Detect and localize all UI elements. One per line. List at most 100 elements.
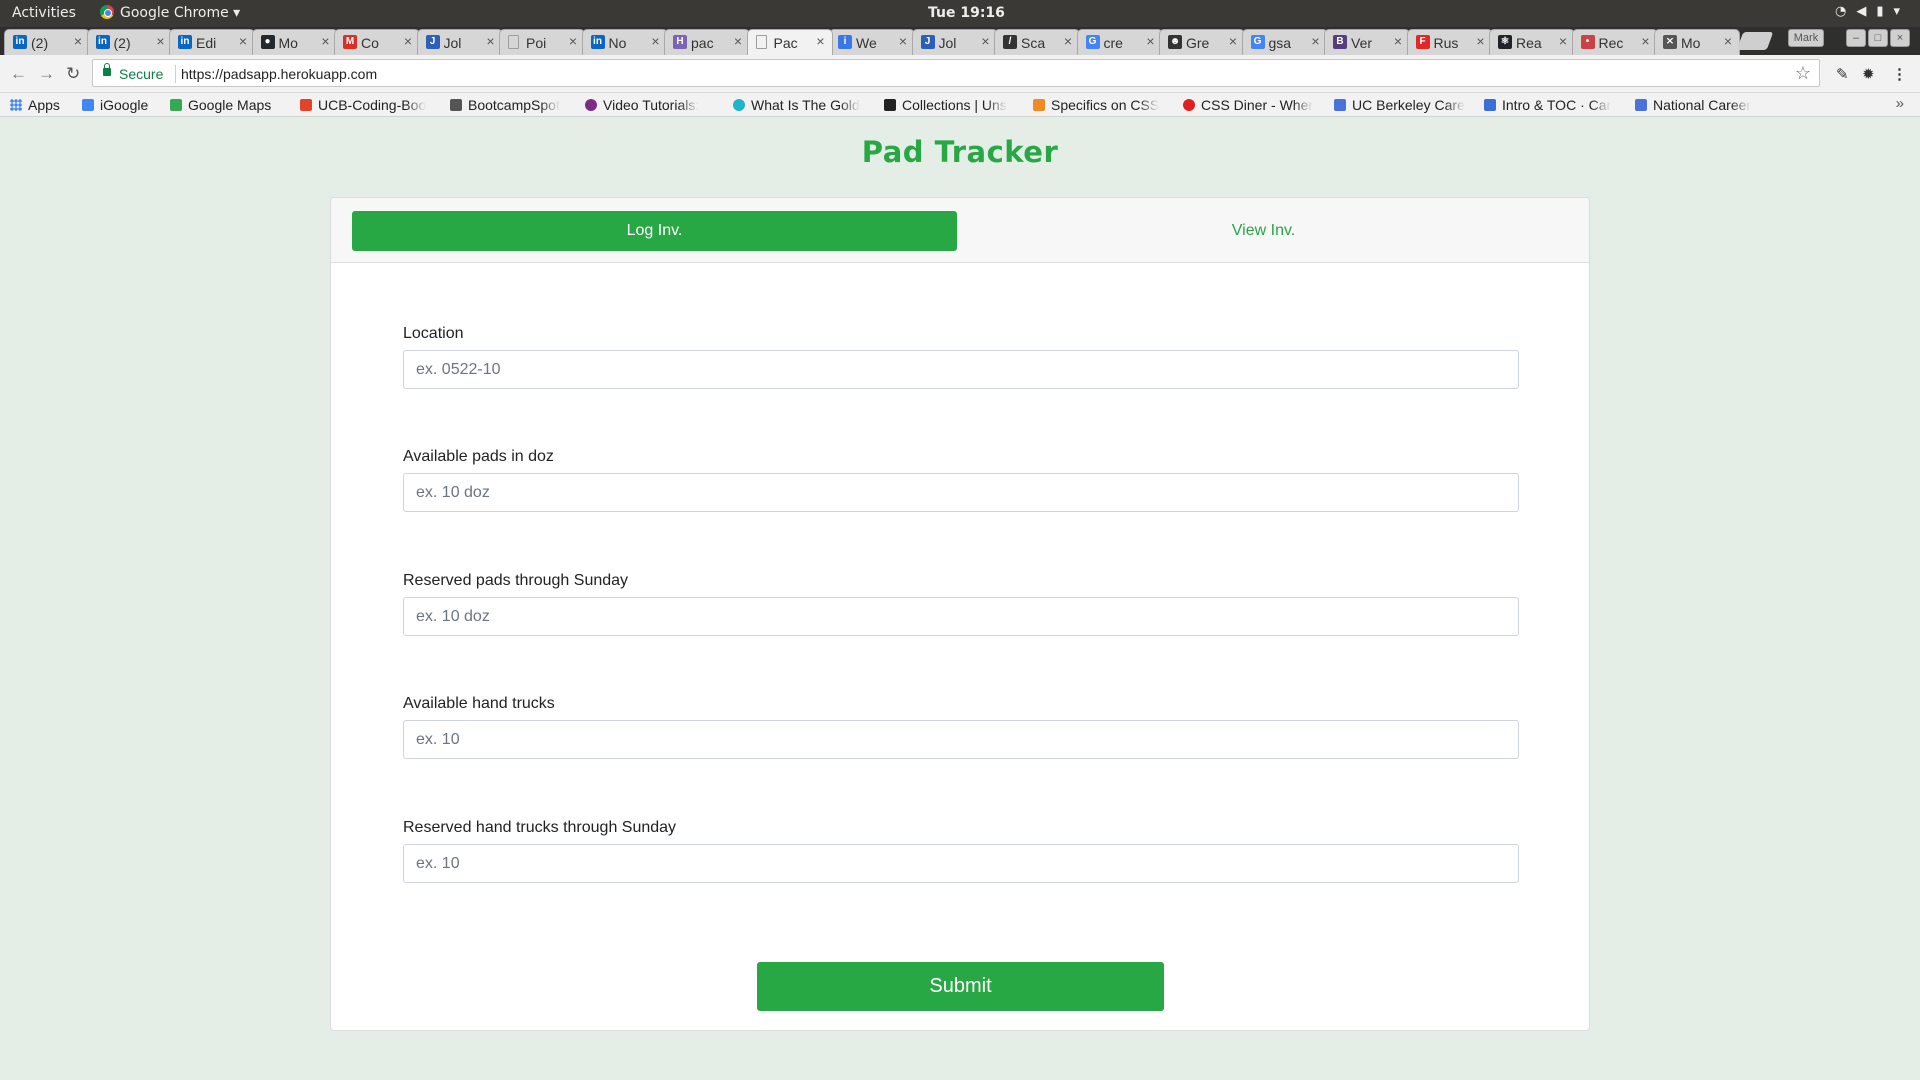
close-tab-icon[interactable]: × (239, 33, 247, 49)
close-tab-icon[interactable]: × (734, 33, 742, 49)
available-pads-input[interactable] (403, 473, 1519, 512)
gmail-icon: M (343, 35, 357, 49)
tab-title: Poi (526, 35, 547, 51)
extension-gear-icon[interactable]: ✹ (1862, 65, 1875, 83)
chrome-icon (100, 5, 114, 19)
bookmark-item[interactable]: BootcampSpot (450, 97, 560, 115)
close-tab-icon[interactable]: × (156, 33, 164, 49)
close-tab-icon[interactable]: × (651, 33, 659, 49)
minimize-button[interactable]: – (1846, 29, 1866, 47)
browser-tab[interactable]: in No × (581, 29, 668, 55)
bookmark-item[interactable]: CSS Diner - Wher (1183, 97, 1314, 115)
video-icon (585, 99, 597, 111)
forward-arrow-icon[interactable]: → (38, 64, 55, 84)
bookmark-item[interactable]: Specifics on CSS (1033, 97, 1160, 115)
back-arrow-icon[interactable]: ← (10, 64, 27, 84)
chrome-menu-icon[interactable]: ⋮ (1892, 65, 1907, 83)
close-window-button[interactable]: × (1890, 29, 1910, 47)
browser-tab[interactable]: / Sca × (994, 29, 1080, 55)
browser-tab[interactable]: ● Mo × (251, 29, 338, 55)
tab-title: gsa (1268, 35, 1292, 51)
new-tab-button[interactable] (1736, 32, 1774, 50)
bookmark-item[interactable]: UC Berkeley Care (1334, 97, 1465, 115)
browser-tab[interactable]: • Rec × (1571, 29, 1658, 55)
bookmark-item[interactable]: Intro & TOC · Car (1484, 97, 1612, 115)
browser-tab[interactable]: F Rus × (1406, 29, 1493, 55)
system-status-area[interactable]: ◔◀▮▾ (1835, 4, 1910, 19)
jobs-icon: J (425, 35, 440, 49)
tab-view-inventory[interactable]: View Inv. (961, 211, 1566, 251)
clock[interactable]: Tue 19:16 (928, 5, 1005, 21)
page-title: Pad Tracker (861, 135, 1059, 169)
close-tab-icon[interactable]: × (899, 33, 907, 49)
bookmark-item[interactable]: UCB-Coding-Boo (300, 97, 427, 115)
reload-icon[interactable]: ↻ (66, 64, 80, 84)
bookmark-label: Intro & TOC · Car (1502, 97, 1612, 113)
maximize-button[interactable]: □ (1868, 29, 1888, 47)
gitlab-icon (300, 99, 312, 111)
close-tab-icon[interactable]: × (321, 33, 329, 49)
profile-button[interactable]: Mark (1788, 29, 1824, 47)
bookmark-star-icon[interactable]: ☆ (1795, 63, 1811, 84)
close-tab-icon[interactable]: × (404, 33, 412, 49)
close-tab-icon[interactable]: × (1394, 33, 1402, 49)
reserved-hand-trucks-input[interactable] (403, 844, 1519, 883)
browser-tab[interactable]: Gcre × (1076, 29, 1163, 55)
activities-button[interactable]: Activities (12, 5, 76, 21)
browser-tab[interactable]: ⨯ Mo × (1654, 29, 1740, 55)
linkedin-icon: in (95, 35, 110, 49)
bookmark-item[interactable]: Google Maps (170, 97, 271, 115)
tab-title: Co (361, 35, 379, 51)
more-bookmarks-chevron-icon[interactable]: » (1896, 95, 1904, 112)
tab-title: Edi (196, 35, 217, 51)
bookmark-item[interactable]: Video Tutorials: (585, 97, 700, 115)
close-tab-icon[interactable]: × (1641, 33, 1649, 49)
close-tab-icon[interactable]: × (74, 33, 82, 49)
google-icon: G (1085, 35, 1100, 49)
bookmark-item[interactable]: iGoogle (82, 97, 148, 115)
browser-tab[interactable]: M Co × (334, 29, 420, 55)
browser-tab[interactable]: Poi × (499, 29, 585, 55)
bookmark-item[interactable]: National Career (1635, 97, 1752, 115)
close-tab-icon[interactable]: × (1146, 33, 1154, 49)
address-bar[interactable]: Secure https://padsapp.herokuapp.com ☆ (92, 59, 1820, 87)
apps-grid-icon (10, 99, 22, 111)
browser-tab[interactable]: B Ver × (1324, 29, 1410, 55)
close-tab-icon[interactable]: × (1311, 33, 1319, 49)
browser-tab[interactable]: Ggsa × (1241, 29, 1328, 55)
close-tab-icon[interactable]: × (1229, 33, 1237, 49)
available-hand-trucks-field-group: Available hand trucks (403, 695, 1519, 759)
bookmark-label: Specifics on CSS (1051, 97, 1160, 113)
bookmark-item[interactable]: What Is The Gold (733, 97, 860, 115)
browser-tab[interactable]: i We × (829, 29, 915, 55)
close-tab-icon[interactable]: × (1559, 33, 1567, 49)
available-hand-trucks-input[interactable] (403, 720, 1519, 759)
bookmark-item[interactable]: Collections | Uns (884, 97, 1007, 115)
browser-tab[interactable]: Pac × (746, 29, 833, 55)
app-menu[interactable]: Google Chrome ▾ (100, 5, 240, 21)
tab-log-inventory[interactable]: Log Inv. (352, 211, 957, 251)
close-tab-icon[interactable]: × (816, 33, 824, 49)
close-tab-icon[interactable]: × (1476, 33, 1484, 49)
submit-button[interactable]: Submit (757, 962, 1164, 1011)
close-tab-icon[interactable]: × (1064, 33, 1072, 49)
browser-tab[interactable]: ☻ Gre × (1159, 29, 1245, 55)
inspect-icon: ⨯ (1663, 35, 1677, 49)
close-tab-icon[interactable]: × (1724, 33, 1732, 49)
browser-tab[interactable]: in (2) × (86, 29, 173, 55)
bookmark-item[interactable]: Apps (10, 97, 60, 115)
browser-tab[interactable]: in (2) × (4, 29, 90, 55)
close-tab-icon[interactable]: × (486, 33, 494, 49)
browser-tab[interactable]: J Jol × (416, 29, 503, 55)
browser-tab[interactable]: J Jol × (911, 29, 998, 55)
browser-tab[interactable]: ⚛ Rea × (1489, 29, 1575, 55)
close-tab-icon[interactable]: × (981, 33, 989, 49)
extension-pen-icon[interactable]: ✎ (1836, 65, 1849, 83)
url-text[interactable]: https://padsapp.herokuapp.com (181, 66, 377, 82)
volume-icon: ◀ (1856, 4, 1877, 19)
close-tab-icon[interactable]: × (569, 33, 577, 49)
browser-tab[interactable]: in Edi × (169, 29, 255, 55)
location-input[interactable] (403, 350, 1519, 389)
browser-tab[interactable]: Hpac × (664, 29, 750, 55)
reserved-pads-input[interactable] (403, 597, 1519, 636)
